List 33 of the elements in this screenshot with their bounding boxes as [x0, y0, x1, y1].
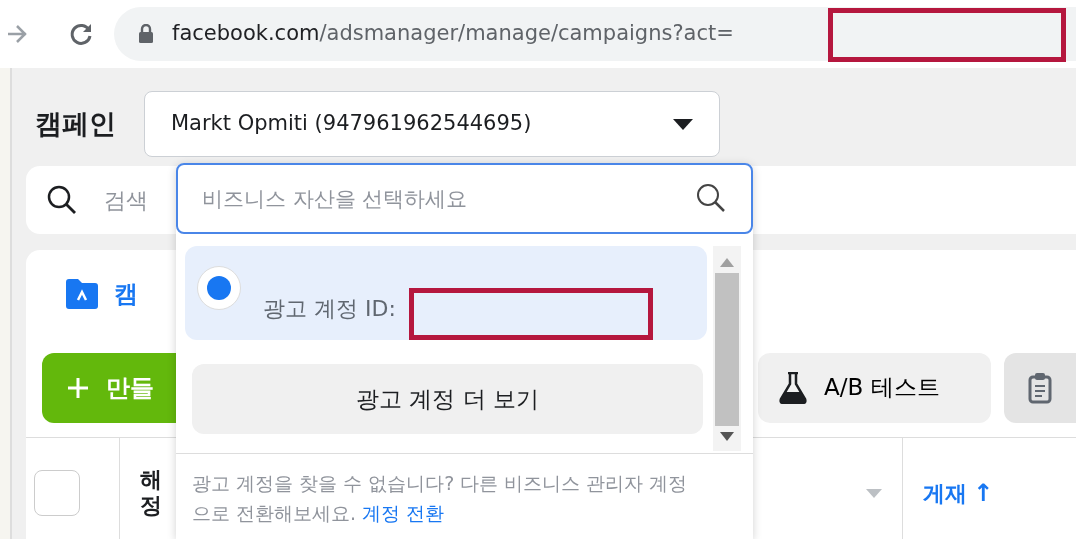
help-text: 광고 계정을 찾을 수 없습니다? 다른 비즈니스 관리자 계정으로 전환해보세요. 계정 전환: [176, 453, 753, 528]
account-name: Markt Opmiti (947961962544695): [171, 110, 532, 138]
sort-arrow: ↑: [973, 478, 994, 509]
sort-caret-icon[interactable]: [866, 488, 882, 498]
see-more-button[interactable]: 광고 계정 더 보기: [192, 364, 703, 434]
search-icon: [46, 184, 78, 216]
account-select[interactable]: Markt Opmiti (947961962544695): [144, 91, 720, 157]
ab-test-button[interactable]: A/B 테스트: [758, 352, 991, 423]
reload-icon[interactable]: [68, 21, 94, 47]
select-all-checkbox[interactable]: [34, 470, 80, 516]
clipboard-button[interactable]: [1004, 352, 1076, 423]
column-header[interactable]: 게재: [923, 476, 967, 510]
caret-icon: [673, 118, 693, 130]
url-text: facebook.com/adsmanager/manage/campaigns?act=: [172, 20, 734, 48]
plus-icon: [68, 377, 88, 398]
search-placeholder: 검색: [104, 186, 148, 215]
column-header[interactable]: 해 정: [140, 467, 162, 519]
asset-search-field[interactable]: 비즈니스 자산을 선택하세요: [176, 163, 753, 234]
folder-icon: [66, 279, 98, 309]
back-icon[interactable]: [6, 23, 28, 45]
clipboard-icon: [1028, 371, 1052, 404]
lock-icon: [138, 24, 154, 44]
radio-button[interactable]: [197, 266, 241, 310]
scrollbar[interactable]: [713, 246, 741, 451]
scroll-up-icon[interactable]: [720, 258, 734, 267]
page-title: 캠페인: [35, 106, 116, 141]
search-icon: [695, 182, 727, 214]
scroll-down-icon[interactable]: [720, 432, 734, 441]
address-bar[interactable]: facebook.com/adsmanager/manage/campaigns?act=: [114, 7, 1076, 61]
switch-account-link[interactable]: 계정 전환: [362, 502, 445, 524]
flask-icon: [778, 371, 808, 404]
campaigns-tab[interactable]: 캠: [114, 276, 138, 312]
account-option[interactable]: 광고 계정 ID:: [185, 246, 707, 340]
